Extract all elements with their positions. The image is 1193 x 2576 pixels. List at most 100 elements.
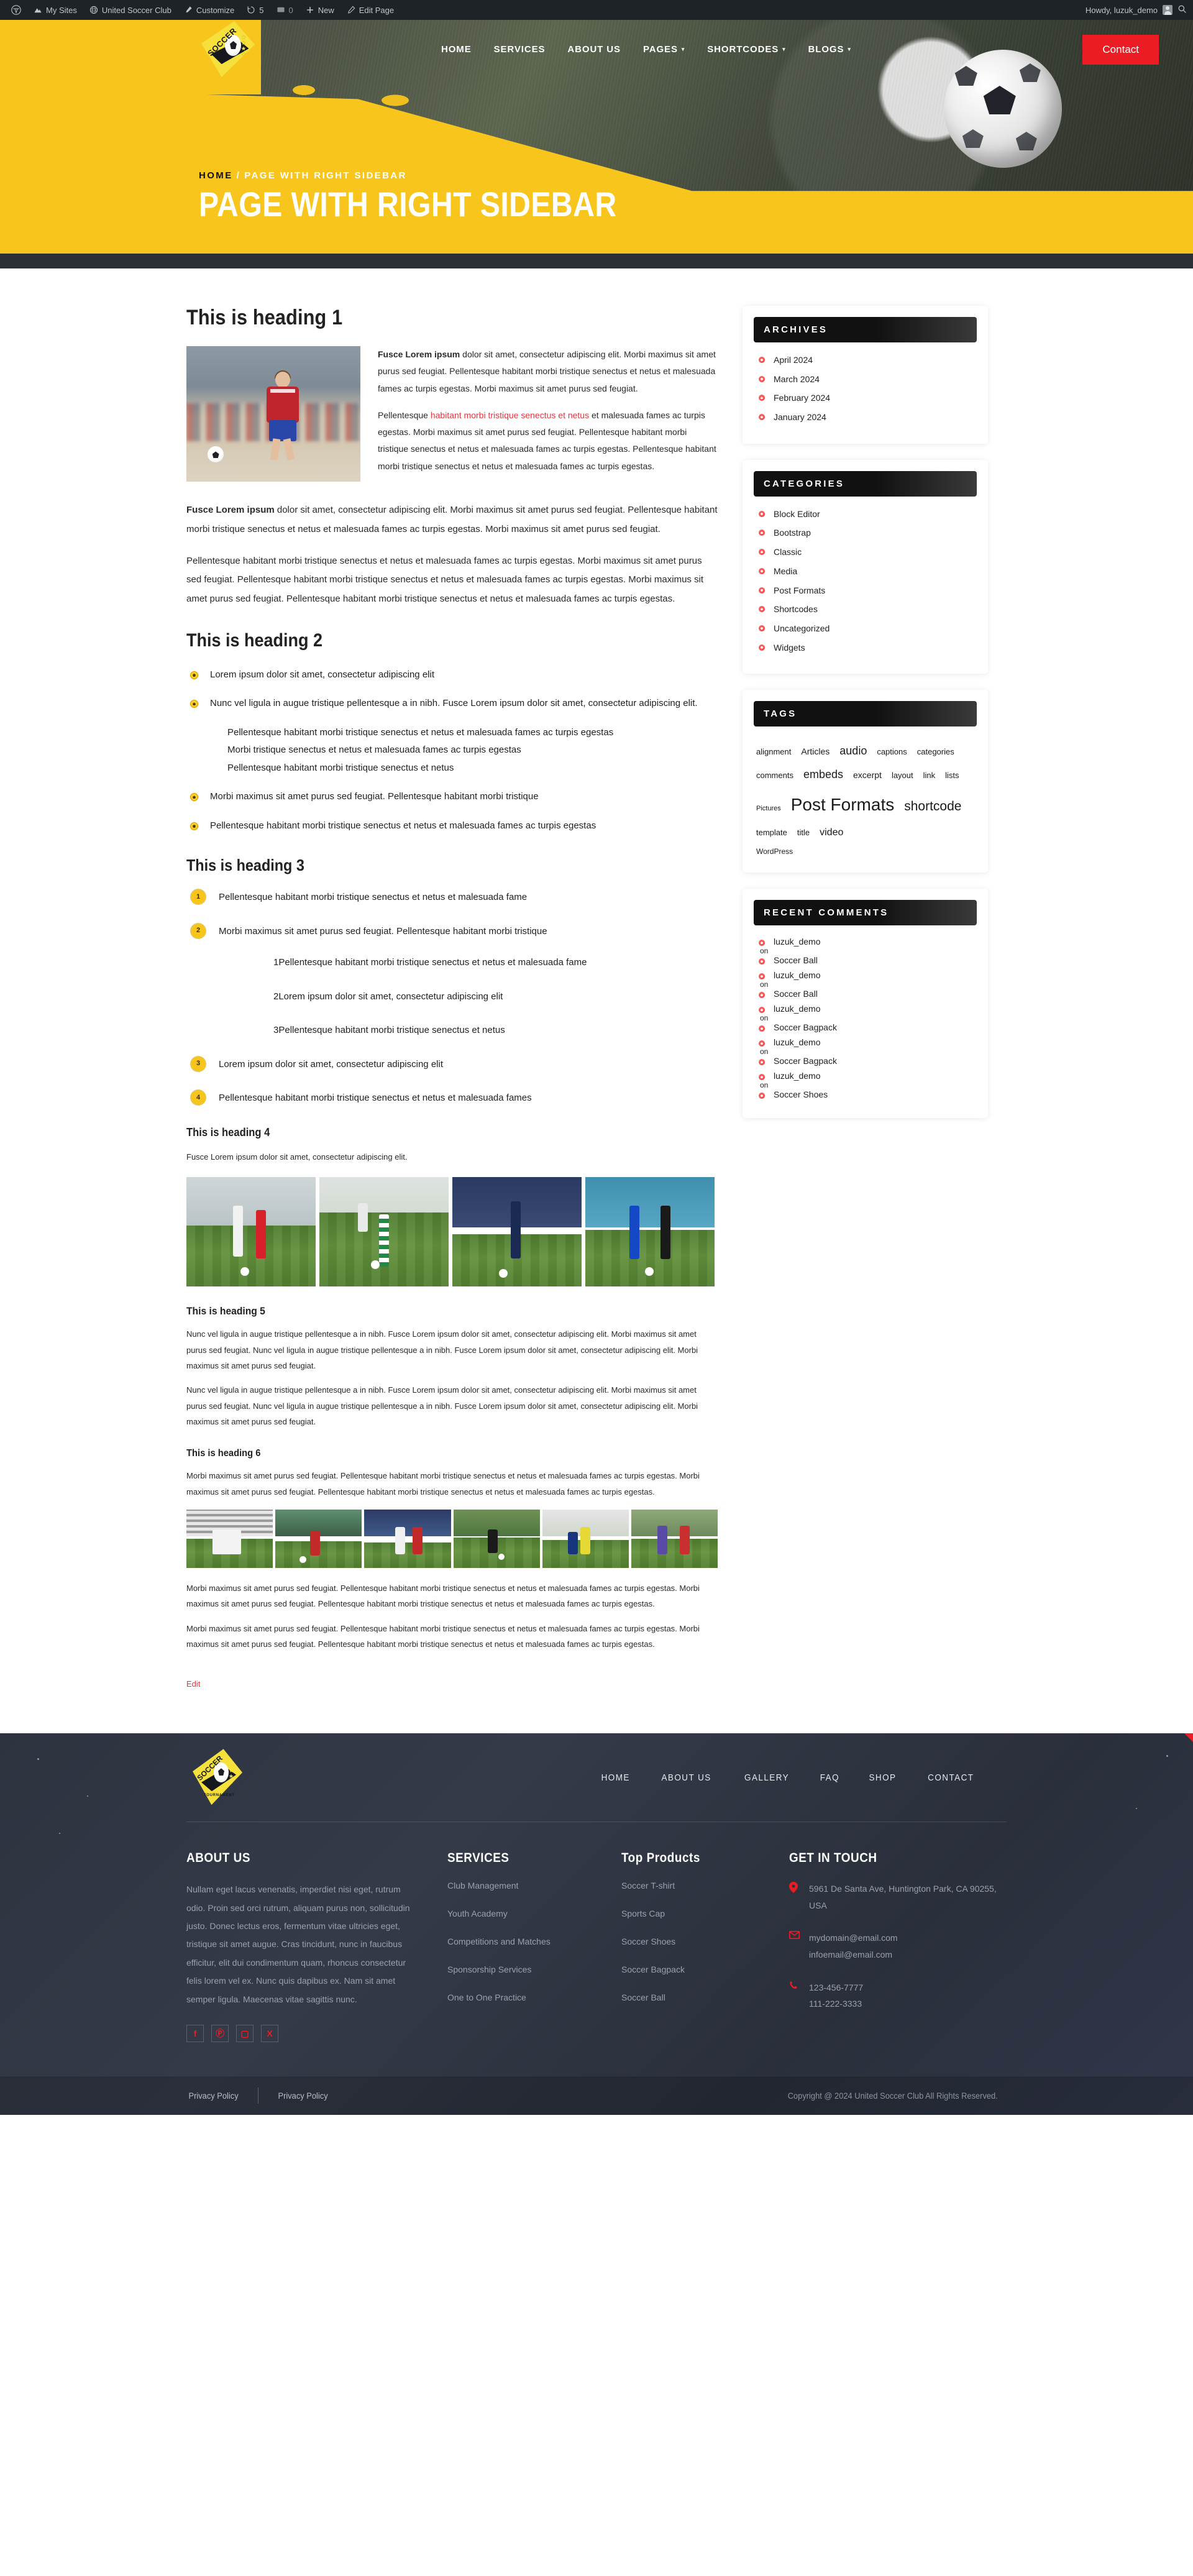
site-name-menu[interactable]: United Soccer Club [83, 0, 178, 20]
gallery-image[interactable] [452, 1177, 582, 1287]
contact-button[interactable]: Contact [1082, 34, 1159, 65]
list-item[interactable]: Soccer Ball [621, 1992, 789, 2004]
tag-link[interactable]: categories [917, 745, 954, 760]
footer-nav-home[interactable]: HOME [601, 1772, 629, 1783]
list-item[interactable]: Club Management [447, 1881, 621, 1892]
tag-link[interactable]: lists [945, 768, 959, 784]
footer-nav-gallery[interactable]: GALLERY [744, 1772, 789, 1783]
comment-post-link[interactable]: Soccer Shoes [754, 1089, 977, 1099]
gallery-image[interactable] [542, 1509, 629, 1568]
tag-link[interactable]: template [756, 825, 787, 841]
privacy-policy-link-2[interactable]: Privacy Policy [278, 2091, 328, 2101]
product-link[interactable]: Soccer Shoes [621, 1937, 675, 1946]
comment-author[interactable]: luzuk_demo [754, 1037, 977, 1047]
my-sites-menu[interactable]: My Sites [27, 0, 83, 20]
archive-link[interactable]: February 2024 [774, 393, 830, 403]
comment-author[interactable]: luzuk_demo [754, 970, 977, 980]
site-logo-link[interactable]: SOCCER ★ ★ ★ ★ [186, 20, 342, 79]
comments-menu[interactable]: 0 [270, 0, 299, 20]
service-link[interactable]: Competitions and Matches [447, 1937, 551, 1946]
comment-post-link[interactable]: Soccer Bagpack [754, 1022, 977, 1032]
admin-search-button[interactable] [1177, 4, 1187, 16]
footer-nav-shop[interactable]: SHOP [869, 1772, 897, 1783]
gallery-image[interactable] [364, 1509, 451, 1568]
tag-link[interactable]: Articles [801, 743, 830, 760]
list-item[interactable]: Block Editor [754, 508, 977, 521]
footer-logo[interactable]: SOCCER ★ ★ ★ ★ TOURNAMENT [193, 1749, 261, 1806]
category-link[interactable]: Bootstrap [774, 528, 811, 538]
service-link[interactable]: Club Management [447, 1881, 518, 1891]
comment-author[interactable]: luzuk_demo [754, 1004, 977, 1014]
list-item[interactable]: Soccer T-shirt [621, 1881, 789, 1892]
category-link[interactable]: Block Editor [774, 509, 820, 519]
tag-link[interactable]: embeds [803, 764, 843, 785]
gallery-image[interactable] [585, 1177, 715, 1287]
category-link[interactable]: Post Formats [774, 585, 825, 595]
tag-link[interactable]: layout [892, 768, 913, 784]
nav-item-pages[interactable]: PAGES ▾ [643, 44, 685, 55]
category-link[interactable]: Media [774, 566, 797, 576]
product-link[interactable]: Soccer Ball [621, 1992, 665, 2002]
list-item[interactable]: Soccer Shoes [621, 1937, 789, 1948]
list-item[interactable]: January 2024 [754, 411, 977, 424]
tag-link[interactable]: title [797, 825, 810, 841]
comment-post-link[interactable]: Soccer Ball [754, 955, 977, 965]
breadcrumb-home-link[interactable]: HOME [199, 170, 233, 181]
inline-link[interactable]: habitant morbi tristique senectus et net… [431, 410, 589, 420]
list-item[interactable]: Youth Academy [447, 1909, 621, 1920]
tag-link[interactable]: comments [756, 768, 793, 784]
service-link[interactable]: One to One Practice [447, 1992, 526, 2002]
list-item[interactable]: Shortcodes [754, 603, 977, 616]
nav-item-shortcodes[interactable]: SHORTCODES ▾ [707, 44, 785, 55]
service-link[interactable]: Youth Academy [447, 1909, 508, 1918]
new-content-menu[interactable]: New [299, 0, 341, 20]
x-twitter-icon[interactable]: X [261, 2025, 278, 2043]
gallery-image[interactable] [319, 1177, 449, 1287]
email-1[interactable]: mydomain@email.com [809, 1930, 898, 1946]
facebook-icon[interactable]: f [186, 2025, 204, 2043]
instagram-icon[interactable]: ▢ [236, 2025, 254, 2043]
list-item[interactable]: Media [754, 565, 977, 579]
gallery-image[interactable] [275, 1509, 362, 1568]
list-item[interactable]: Soccer Bagpack [621, 1964, 789, 1976]
tag-link[interactable]: Post Formats [791, 788, 894, 821]
tag-link[interactable]: WordPress [756, 845, 974, 859]
gallery-image[interactable] [186, 1177, 316, 1287]
list-item[interactable]: Uncategorized [754, 622, 977, 636]
tag-link[interactable]: shortcode [904, 794, 961, 819]
product-link[interactable]: Sports Cap [621, 1909, 665, 1918]
phone-2[interactable]: 111-222-3333 [809, 1996, 863, 2012]
product-link[interactable]: Soccer T-shirt [621, 1881, 675, 1891]
comment-author[interactable]: luzuk_demo [754, 937, 977, 947]
list-item[interactable]: Sports Cap [621, 1909, 789, 1920]
edit-page-menu[interactable]: Edit Page [341, 0, 400, 20]
list-item[interactable]: One to One Practice [447, 1992, 621, 2004]
customize-menu[interactable]: Customize [178, 0, 240, 20]
wordpress-logo-menu[interactable] [5, 0, 27, 20]
tag-link[interactable]: video [820, 823, 843, 842]
archive-link[interactable]: April 2024 [774, 355, 813, 365]
tag-link[interactable]: alignment [756, 745, 791, 760]
list-item[interactable]: February 2024 [754, 392, 977, 405]
gallery-image[interactable] [453, 1509, 540, 1568]
archive-link[interactable]: March 2024 [774, 374, 820, 384]
list-item[interactable]: March 2024 [754, 373, 977, 387]
gallery-image[interactable] [631, 1509, 718, 1568]
tag-link[interactable]: excerpt [853, 767, 882, 784]
phone-1[interactable]: 123-456-7777 [809, 1979, 863, 1996]
list-item[interactable]: Classic [754, 546, 977, 559]
service-link[interactable]: Sponsorship Services [447, 1964, 531, 1974]
list-item[interactable]: April 2024 [754, 354, 977, 367]
nav-item-home[interactable]: HOME [441, 44, 472, 55]
list-item[interactable]: Widgets [754, 641, 977, 655]
comment-author[interactable]: luzuk_demo [754, 1071, 977, 1081]
category-link[interactable]: Shortcodes [774, 604, 818, 614]
list-item[interactable]: Competitions and Matches [447, 1937, 621, 1948]
nav-item-about-us[interactable]: ABOUT US [567, 44, 621, 55]
nav-item-blogs[interactable]: BLOGS ▾ [808, 44, 851, 55]
list-item[interactable]: Post Formats [754, 584, 977, 598]
nav-item-services[interactable]: SERVICES [494, 44, 546, 55]
tag-link[interactable]: Pictures [756, 802, 781, 815]
category-link[interactable]: Uncategorized [774, 623, 830, 633]
pinterest-icon[interactable]: Ⓟ [211, 2025, 229, 2043]
